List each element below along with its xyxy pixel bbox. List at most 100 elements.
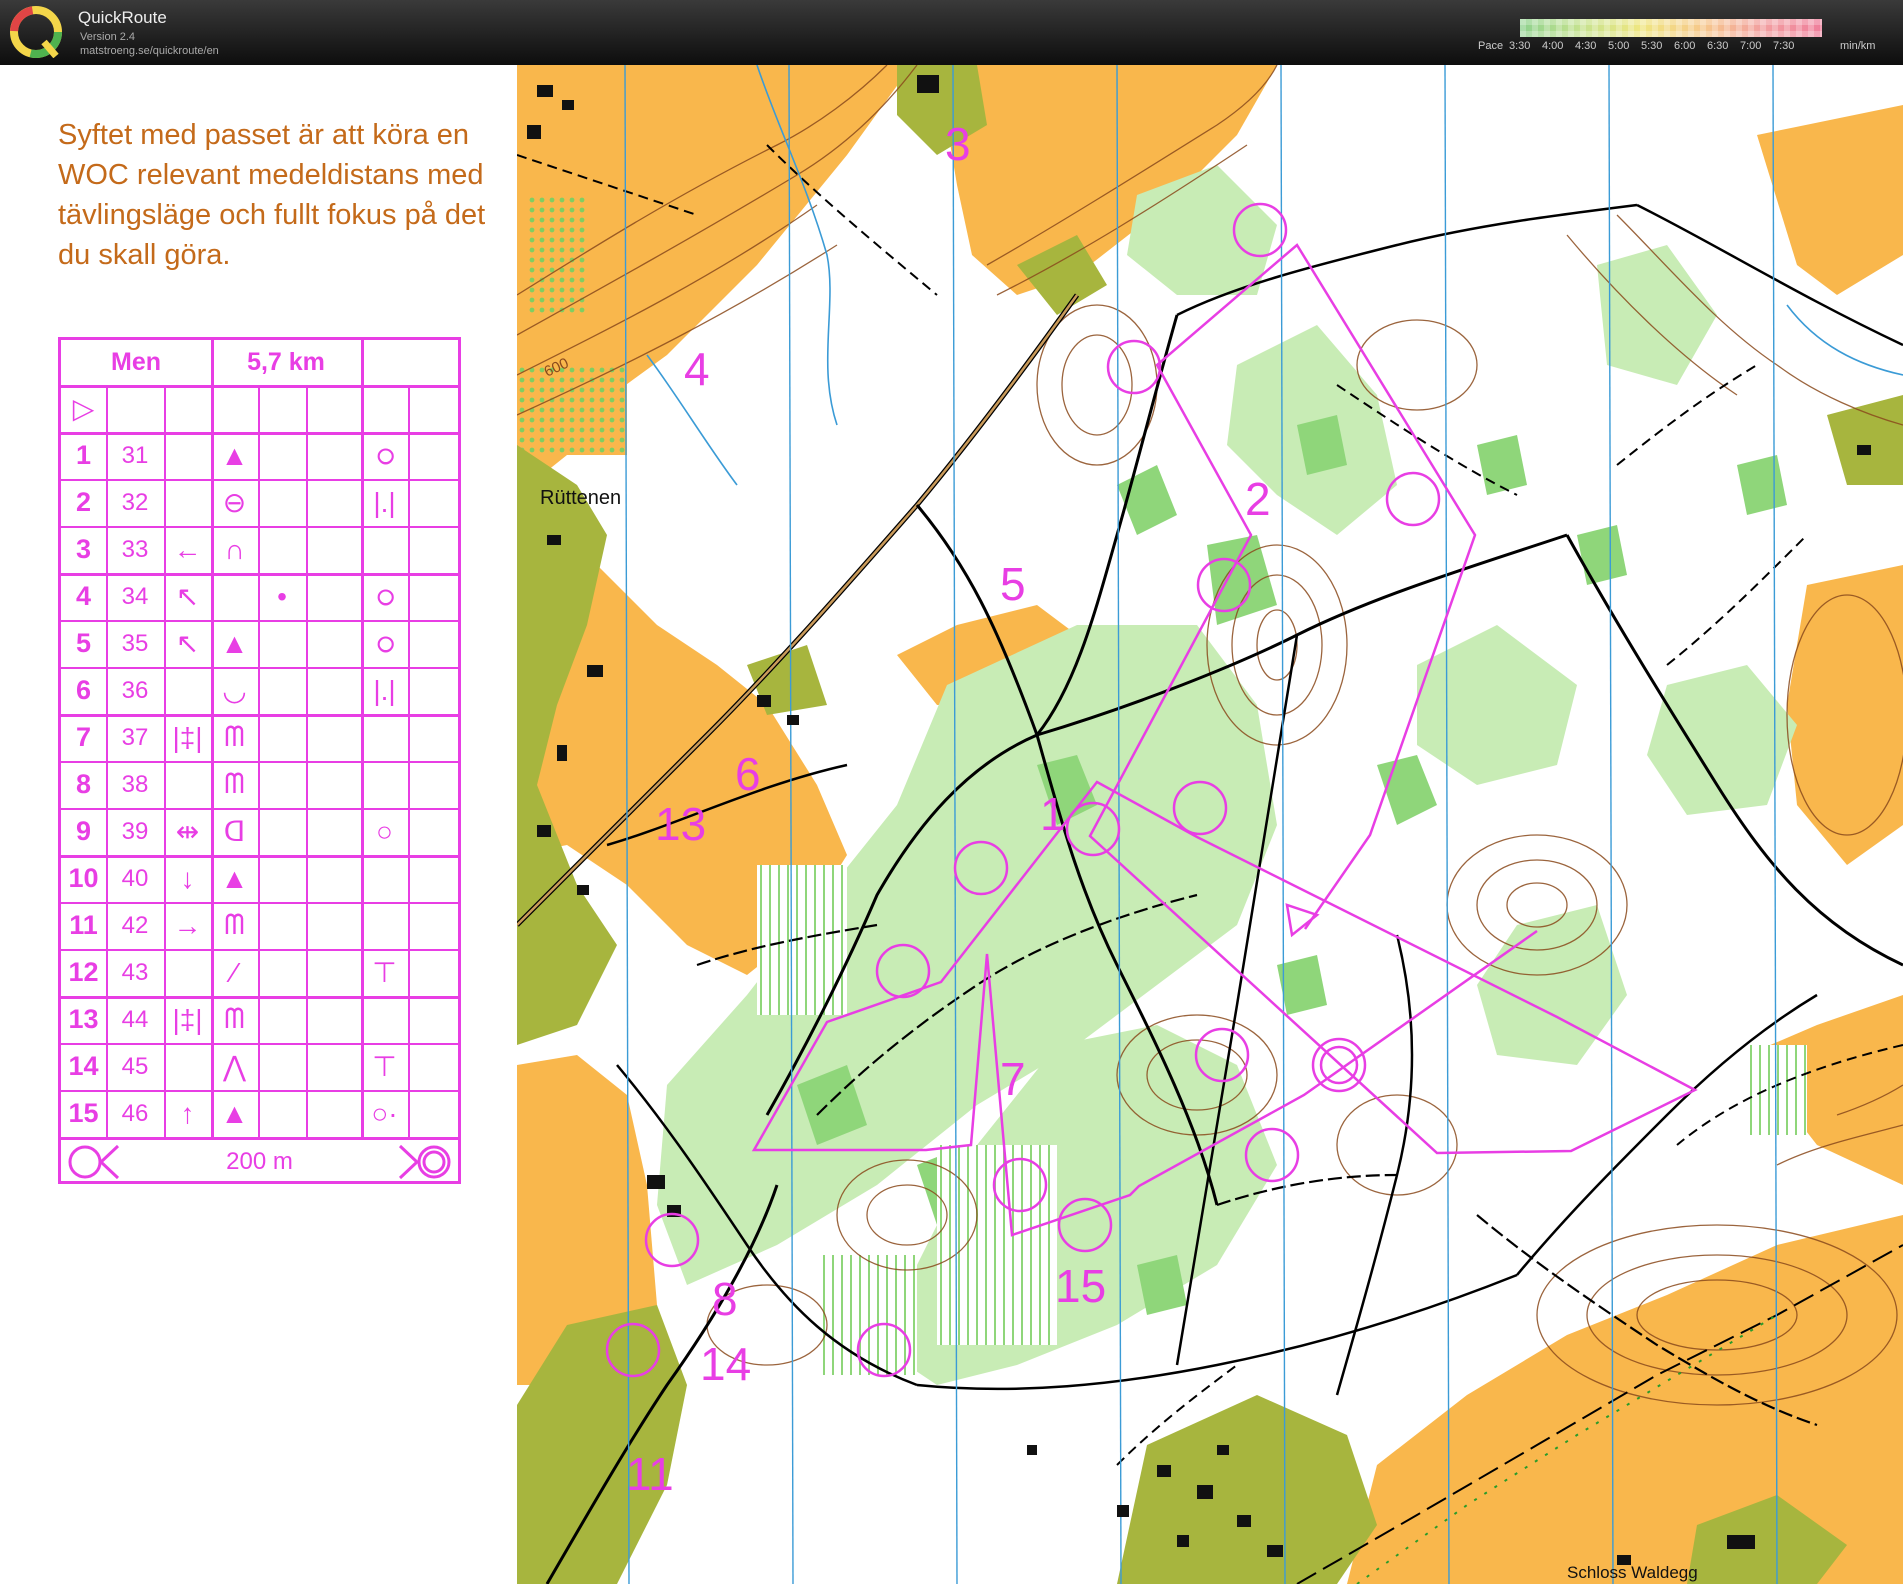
control-12-other: ⊤ [372,957,397,988]
control-number-13: 13 [655,798,706,850]
control-2-num: 2 [75,487,92,517]
pace-color-scale [1520,19,1822,37]
control-1-other: ഠ [375,439,394,470]
control-7-num: 7 [75,722,92,752]
control-9-dir: ⇹ [175,816,200,847]
control-9-code: 39 [121,817,149,845]
finish-circle-icon [398,1144,451,1180]
control-3-num: 3 [75,534,92,564]
sheet-column-line [306,385,308,1140]
intro-text: Syftet med passet är att köra en WOC rel… [58,119,486,271]
control-13-code: 44 [121,1005,149,1033]
control-number-6: 6 [735,748,761,800]
control-15-dir: ↑ [180,1097,195,1129]
control-10-num: 10 [68,863,99,893]
control-10-code: 40 [121,864,149,892]
finish-funnel-start-icon [68,1144,120,1180]
control-number-3: 3 [945,118,971,170]
orienteering-map[interactable]: 123456789101112131415 600 Rüttenen Schlo… [517,65,1903,1584]
control-4-other: ഠ [375,580,394,611]
control-13-dir: |‡| [172,1003,203,1035]
control-8-num: 8 [75,769,92,799]
control-10-feat: ▲ [220,862,249,894]
control-5-feat: ▲ [220,627,249,659]
control-11-dir: → [173,909,202,941]
control-number-4: 4 [684,343,710,395]
control-number-8: 8 [712,1273,738,1325]
control-12-feat: ⁄ [232,956,237,988]
control-9-other: ○ [376,815,393,847]
control-7-code: 37 [121,723,149,751]
info-panel: Syftet med passet är att köra en WOC rel… [0,65,517,1584]
control-13-feat: ᗰ [224,1003,245,1034]
control-13-num: 13 [68,1004,99,1034]
app-title: QuickRoute [78,8,167,27]
control-9-num: 9 [75,816,92,846]
control-1-num: 1 [75,440,92,470]
control-14-code: 45 [121,1052,149,1080]
control-number-7: 7 [1000,1053,1026,1105]
pace-label: 7:00 [1740,40,1762,52]
control-4-dir: ↖ [175,581,200,612]
control-10-dir: ↓ [180,862,195,894]
control-9-feat: ᗡ [223,816,246,847]
control-5-code: 35 [121,629,149,657]
control-7-feat: ᗰ [224,721,245,752]
control-2-code: 32 [121,488,149,516]
control-number-1: 1 [1040,788,1066,840]
control-number-14: 14 [700,1338,751,1390]
place-name-rüttenen: Rüttenen [540,487,622,509]
pace-label: 6:30 [1707,40,1729,52]
control-8-code: 38 [121,770,149,798]
app-header: QuickRoute Version 2.4 matstroeng.se/qui… [0,0,1903,65]
app-version: Version 2.4 [80,31,136,43]
control-12-num: 12 [68,957,99,987]
control-11-code: 42 [121,911,149,939]
control-3-feat: ∩ [224,533,245,565]
quickroute-logo-icon [10,6,62,58]
control-6-num: 6 [75,675,92,705]
pace-label: 6:00 [1674,40,1696,52]
control-number-5: 5 [1000,558,1026,610]
control-number-15: 15 [1055,1260,1106,1312]
control-15-num: 15 [68,1098,99,1128]
control-5-dir: ↖ [175,628,200,659]
control-1-code: 31 [121,441,149,469]
control-4-num: 4 [75,581,92,611]
control-5-num: 5 [75,628,92,658]
control-6-other: |.| [373,674,396,706]
control-7-dir: |‡| [172,721,203,753]
sheet-column-line [408,385,410,1140]
sheet-column-line [258,385,260,1140]
course-length: 5,7 km [247,348,325,376]
control-14-other: ⊤ [372,1051,397,1082]
control-description-sheet: Men 5,7 km ▷ 200 m 1 31 ▲ ഠ 2 32 ⊖ |.| 3 33 ← ∩ 4 34 ↖… [58,337,461,1184]
pace-label: 7:30 [1773,40,1795,52]
control-14-num: 14 [68,1051,99,1081]
control-1-feat: ▲ [220,439,249,471]
pace-label: 4:30 [1575,40,1597,52]
control-15-code: 46 [121,1099,149,1127]
place-name-schloss-waldegg: Schloss Waldegg [1567,1563,1698,1582]
control-3-dir: ← [173,533,202,565]
control-3-code: 33 [121,535,149,563]
control-15-feat: ▲ [220,1097,249,1129]
start-triangle-icon: ▷ [72,393,95,424]
class-name: Men [111,348,161,376]
control-number-2: 2 [1245,473,1271,525]
control-11-num: 11 [69,910,98,940]
control-11-feat: ᗰ [224,909,245,940]
finish-distance: 200 m [226,1148,293,1175]
control-number-11: 11 [626,1448,674,1500]
control-6-code: 36 [121,676,149,704]
control-4-det: • [277,580,287,612]
control-14-feat: ⋀ [223,1051,246,1082]
pace-label: 3:30 [1509,40,1531,52]
control-2-other: |.| [373,486,396,518]
control-5-other: ഠ [375,627,394,658]
control-6-feat: ◡ [222,675,247,706]
control-2-feat: ⊖ [222,487,247,518]
app-url[interactable]: matstroeng.se/quickroute/en [80,45,219,57]
pace-prefix: Pace [1478,40,1504,52]
pace-label: 5:30 [1641,40,1663,52]
